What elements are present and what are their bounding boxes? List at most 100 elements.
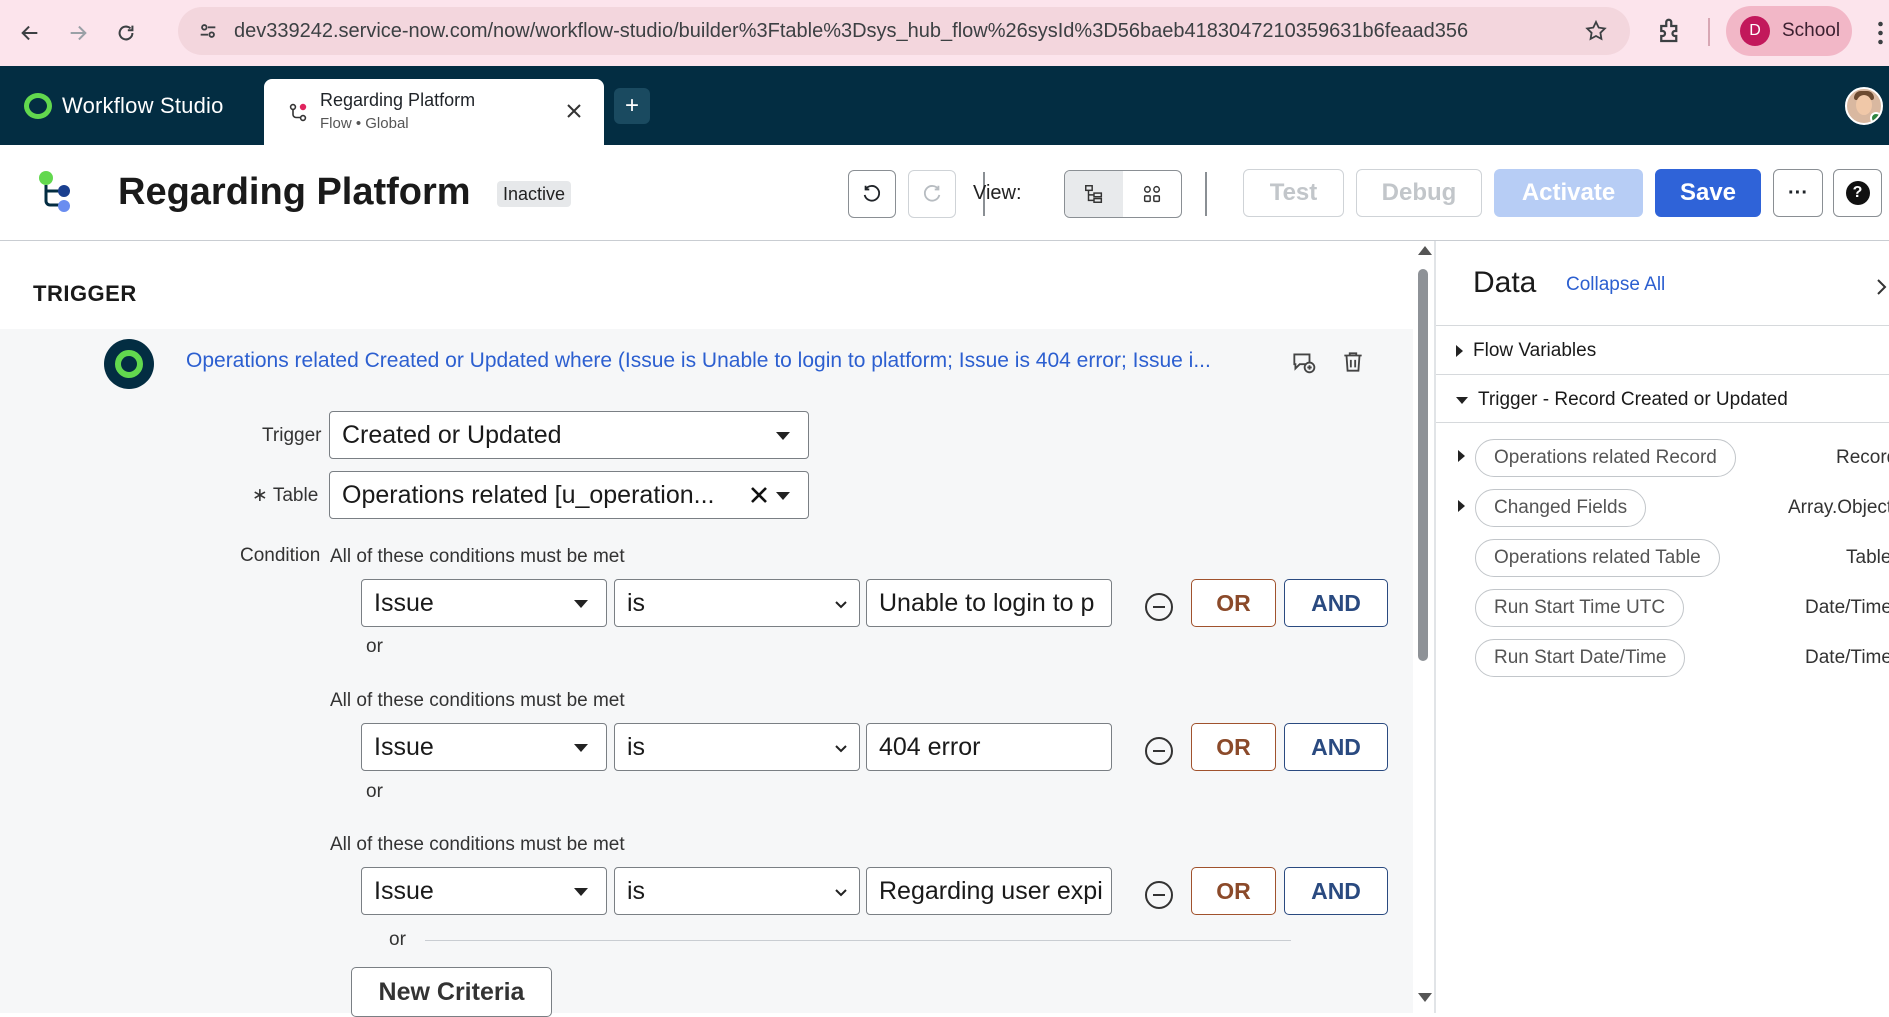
condition-operator-select[interactable]: is [614, 579, 860, 627]
forward-icon[interactable] [60, 15, 96, 51]
clear-icon[interactable] [748, 484, 770, 506]
trigger-panel-scrollbar[interactable] [1413, 241, 1433, 1013]
trash-icon[interactable] [1340, 349, 1366, 375]
condition-value-input[interactable]: Unable to login to p [866, 579, 1112, 627]
more-options-button[interactable]: ··· [1773, 169, 1823, 217]
activate-button[interactable]: Activate [1494, 169, 1643, 217]
view-label: View: [973, 182, 1022, 204]
trigger-select[interactable]: Created or Updated [329, 411, 809, 459]
and-button[interactable]: AND [1284, 867, 1388, 915]
scroll-thumb[interactable] [1418, 269, 1428, 661]
chevron-down-icon [835, 889, 847, 897]
diagram-view-button[interactable] [1123, 171, 1181, 217]
or-button[interactable]: OR [1191, 723, 1276, 771]
bookmark-star-icon[interactable] [1584, 19, 1608, 43]
list-view-button[interactable] [1065, 171, 1123, 217]
url-text[interactable]: dev339242.service-now.com/now/workflow-s… [234, 20, 1468, 43]
or-divider [425, 940, 1291, 941]
remove-condition-icon[interactable] [1145, 737, 1173, 765]
and-button[interactable]: AND [1284, 579, 1388, 627]
page-title: Regarding Platform [118, 171, 471, 213]
chevron-right-icon[interactable] [1873, 275, 1889, 299]
online-status-icon [1870, 112, 1881, 123]
data-pill-type: Table [1846, 547, 1889, 568]
and-button[interactable]: AND [1284, 723, 1388, 771]
user-avatar[interactable] [1845, 87, 1883, 125]
condition-group-caption: All of these conditions must be met [330, 834, 625, 855]
caret-down-icon [574, 888, 588, 896]
data-pill[interactable]: Changed Fields [1475, 489, 1647, 527]
data-pill-type: Array.Object [1788, 497, 1889, 518]
trigger-summary[interactable]: Operations related Created or Updated wh… [186, 349, 1211, 373]
save-button[interactable]: Save [1655, 169, 1761, 217]
caret-down-icon [776, 432, 790, 440]
reload-icon[interactable] [108, 15, 144, 51]
remove-condition-icon[interactable] [1145, 593, 1173, 621]
condition-operator-select[interactable]: is [614, 723, 860, 771]
toolbar-divider [1708, 18, 1710, 46]
data-pill[interactable]: Operations related Record [1475, 439, 1736, 477]
data-pill-type: Date/Time [1805, 647, 1889, 668]
close-tab-icon[interactable] [564, 101, 584, 121]
table-select[interactable]: Operations related [u_operation... [329, 471, 809, 519]
add-annotation-icon[interactable] [1290, 349, 1316, 375]
address-bar[interactable]: dev339242.service-now.com/now/workflow-s… [178, 7, 1630, 55]
caret-down-icon [1456, 396, 1468, 404]
trigger-panel: TRIGGER Operations related Created or Up… [0, 241, 1413, 1017]
or-separator-label: or [389, 929, 406, 950]
caret-right-icon[interactable] [1458, 450, 1465, 462]
flow-tab-icon [289, 103, 307, 122]
profile-avatar: D [1740, 16, 1770, 46]
condition-value-input[interactable]: Regarding user expi [866, 867, 1112, 915]
condition-field-select[interactable]: Issue [361, 867, 607, 915]
section-trigger-record[interactable]: Trigger - Record Created or Updated [1456, 385, 1788, 415]
app-header: Workflow Studio Regarding Platform Flow … [0, 66, 1889, 145]
or-button[interactable]: OR [1191, 579, 1276, 627]
brand[interactable]: Workflow Studio [24, 93, 224, 119]
new-tab-button[interactable]: + [614, 88, 650, 124]
view-toggle[interactable] [1064, 170, 1182, 218]
brand-name: Workflow Studio [62, 93, 224, 118]
caret-right-icon[interactable] [1458, 500, 1465, 512]
data-pill[interactable]: Operations related Table [1475, 539, 1720, 577]
required-mark: ∗ [252, 485, 268, 506]
chevron-down-icon [835, 745, 847, 753]
redo-button[interactable] [908, 170, 956, 218]
back-icon[interactable] [12, 15, 48, 51]
caret-right-icon [1456, 345, 1463, 357]
remove-condition-icon[interactable] [1145, 881, 1173, 909]
undo-button[interactable] [848, 170, 896, 218]
condition-value-input[interactable]: 404 error [866, 723, 1112, 771]
condition-field-label: Condition [240, 545, 321, 566]
debug-button[interactable]: Debug [1356, 169, 1482, 217]
or-button[interactable]: OR [1191, 867, 1276, 915]
undo-icon [863, 185, 880, 202]
tab-regarding-platform[interactable]: Regarding Platform Flow • Global [264, 79, 604, 145]
help-button[interactable]: ? [1833, 169, 1882, 217]
condition-field-select[interactable]: Issue [361, 579, 607, 627]
site-settings-icon[interactable] [188, 11, 228, 51]
condition-operator-select[interactable]: is [614, 867, 860, 915]
scroll-up-icon[interactable] [1418, 246, 1432, 255]
trigger-card: Operations related Created or Updated wh… [0, 329, 1413, 1017]
test-button[interactable]: Test [1243, 169, 1344, 217]
toolbar-divider [1205, 172, 1207, 216]
data-pill[interactable]: Run Start Time UTC [1475, 589, 1685, 627]
collapse-all-link[interactable]: Collapse All [1566, 274, 1665, 296]
profile-button[interactable]: D School [1726, 6, 1852, 56]
extensions-icon[interactable] [1655, 16, 1685, 46]
scroll-down-icon[interactable] [1418, 993, 1432, 1002]
data-pill[interactable]: Run Start Date/Time [1475, 639, 1686, 677]
caret-down-icon [574, 600, 588, 608]
condition-field-select[interactable]: Issue [361, 723, 607, 771]
new-criteria-button[interactable]: New Criteria [351, 967, 552, 1017]
or-separator-label: or [366, 781, 383, 802]
redo-icon [924, 185, 941, 202]
tree-list-icon [1085, 185, 1103, 203]
browser-menu-icon[interactable] [1872, 18, 1889, 48]
section-flow-variables[interactable]: Flow Variables [1456, 336, 1596, 366]
condition-group-caption: All of these conditions must be met [330, 546, 625, 567]
condition-group-caption: All of these conditions must be met [330, 690, 625, 711]
workflow-studio-logo-icon [24, 93, 52, 119]
data-pill-type: Date/Time [1805, 597, 1889, 618]
